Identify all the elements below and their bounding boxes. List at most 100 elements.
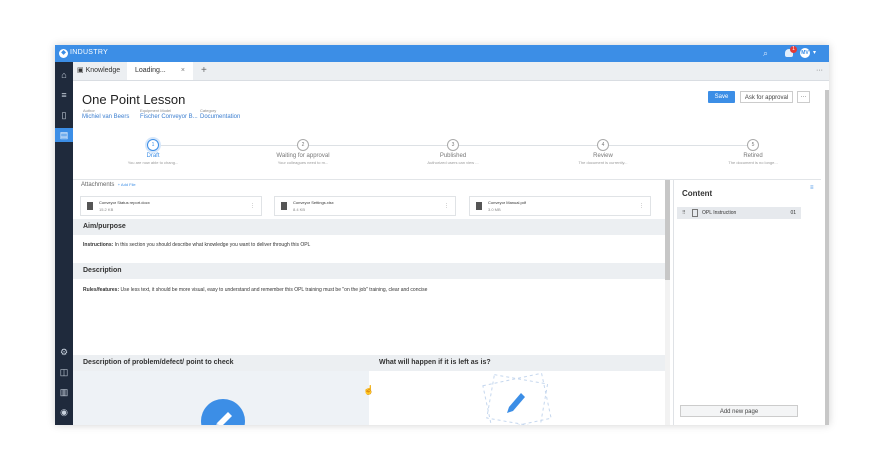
model-label: Equipment Model	[140, 108, 172, 113]
file-icon	[87, 202, 93, 210]
file-size: 15.2 KB	[99, 207, 114, 212]
workflow-steps: 1 Draft You are now able to chang... 2 W…	[73, 135, 821, 180]
page-title: One Point Lesson	[82, 92, 186, 107]
desc-lead: Rules/features:	[83, 287, 120, 293]
main-scrollbar-thumb[interactable]	[665, 180, 670, 280]
content-page-number: 01	[790, 210, 796, 216]
file-name: Conveyor Manual.pdf	[488, 200, 527, 205]
ask-approval-button[interactable]: Ask for approval	[740, 91, 793, 103]
category-link[interactable]: Documentation	[200, 114, 240, 120]
step-desc: Authorized users can view ...	[427, 160, 479, 165]
file-name: Conveyor Status report.docx	[99, 200, 150, 205]
close-icon[interactable]: ×	[181, 62, 185, 80]
tab-label: Knowledge	[85, 67, 121, 74]
file-icon	[281, 202, 287, 210]
model-link[interactable]: Fischer Conveyor B...	[140, 114, 198, 120]
description-rules[interactable]: Rules/features: Use less text, it should…	[83, 287, 427, 293]
attachment-file[interactable]: Conveyor Manual.pdf 3.0 MB ⋮	[469, 196, 651, 216]
author-label: Author	[83, 108, 95, 113]
step-circle: 2	[297, 139, 309, 151]
tab-knowledge[interactable]: ▣ Knowledge	[77, 62, 120, 80]
top-bar: ◆ INDUSTRY ⌕ 1 MV ▾	[55, 45, 829, 62]
file-icon	[476, 202, 482, 210]
step-desc: You are now able to chang...	[127, 160, 179, 165]
more-icon[interactable]: ···	[816, 62, 823, 80]
document-icon	[692, 209, 698, 217]
window-scrollbar[interactable]	[825, 90, 829, 425]
document-icon[interactable]: ▤	[55, 128, 73, 142]
step-name: Draft	[146, 153, 160, 159]
add-new-page-button[interactable]: Add new page	[680, 405, 798, 417]
step-circle: 1	[147, 139, 159, 151]
step-review[interactable]: 4 Review The document is currently...	[548, 139, 658, 165]
attachment-file[interactable]: Conveyor Settings.xlsx 8.4 KB ⋮	[274, 196, 456, 216]
step-desc: Your colleagues need to m...	[277, 160, 329, 165]
settings-icon[interactable]: ⚙	[55, 345, 73, 359]
aim-lead: Instructions:	[83, 242, 114, 248]
step-draft[interactable]: 1 Draft You are now able to chang...	[98, 139, 208, 165]
file-menu-icon[interactable]: ⋮	[250, 203, 255, 209]
globe-icon[interactable]: ◉	[55, 405, 73, 419]
document-body: Attachments + Add File Conveyor Status r…	[73, 180, 665, 425]
book-icon[interactable]: ▯	[55, 108, 73, 122]
aim-instructions[interactable]: Instructions: In this section you should…	[83, 242, 310, 248]
file-name: Conveyor Settings.xlsx	[293, 200, 334, 205]
problem-section-title: Description of problem/defect/ point to …	[73, 355, 369, 371]
step-retired[interactable]: 5 Retired The document is no longe...	[698, 139, 808, 165]
edit-placeholder-icon[interactable]	[369, 371, 665, 425]
page-header: One Point Lesson Author Michiel van Beer…	[73, 80, 821, 130]
attachments-label: Attachments	[81, 182, 115, 188]
attachments-header: Attachments + Add File	[81, 182, 136, 188]
chart-icon[interactable]: ▥	[55, 385, 73, 399]
problem-image-area[interactable]	[73, 371, 369, 425]
category-label: Category	[200, 108, 217, 113]
home-icon[interactable]: ⌂	[55, 68, 73, 82]
description-section-title: Description	[73, 263, 665, 279]
add-file-link[interactable]: + Add File	[118, 182, 136, 187]
layout-icon[interactable]: ◫	[55, 365, 73, 379]
step-waiting[interactable]: 2 Waiting for approval Your colleagues n…	[248, 139, 358, 165]
step-name: Published	[439, 153, 467, 159]
app-logo-icon[interactable]: ◆	[59, 49, 68, 58]
consequence-image-area[interactable]	[369, 371, 665, 425]
mouse-cursor-icon: ☝	[363, 385, 375, 395]
aim-text: In this section you should describe what…	[114, 242, 311, 248]
aim-section-title: Aim/purpose	[73, 219, 665, 235]
list-icon[interactable]: ≡	[55, 88, 73, 102]
consequence-section-title: What will happen if it is left as is?	[369, 355, 665, 371]
content-panel: Content ⠿ OPL Instruction 01 Add new pag…	[673, 180, 804, 425]
app-window: ◆ INDUSTRY ⌕ 1 MV ▾ ⌂ ≡ ▯ ▤ ⚙ ◫ ▥ ◉ ▣ Kn…	[55, 45, 829, 425]
notification-badge: 1	[790, 46, 797, 53]
step-circle: 3	[447, 139, 459, 151]
step-circle: 4	[597, 139, 609, 151]
drag-handle-icon[interactable]: ⠿	[682, 207, 686, 219]
tab-label: Loading...	[135, 67, 166, 74]
step-name: Retired	[743, 153, 763, 159]
edit-icon[interactable]	[201, 399, 245, 425]
app-name: INDUSTRY	[70, 49, 109, 56]
panel-toggle-icon[interactable]: ≡	[810, 185, 814, 191]
author-link[interactable]: Michiel van Beers	[82, 114, 129, 120]
step-name: Waiting for approval	[276, 153, 330, 159]
search-icon[interactable]: ⌕	[763, 48, 768, 59]
step-circle: 5	[747, 139, 759, 151]
attachment-file[interactable]: Conveyor Status report.docx 15.2 KB ⋮	[80, 196, 262, 216]
save-button[interactable]: Save	[708, 91, 735, 103]
step-name: Review	[593, 153, 613, 159]
step-desc: The document is no longe...	[728, 160, 778, 165]
content-page-label: OPL Instruction	[702, 210, 737, 216]
step-published[interactable]: 3 Published Authorized users can view ..…	[398, 139, 508, 165]
more-button[interactable]: ···	[797, 91, 810, 103]
content-page-item[interactable]: ⠿ OPL Instruction 01	[677, 207, 801, 219]
desc-text: Use less text, it should be more visual,…	[120, 287, 428, 293]
file-size: 3.0 MB	[488, 207, 501, 212]
add-tab-button[interactable]: +	[201, 62, 207, 80]
chevron-down-icon[interactable]: ▾	[813, 49, 816, 56]
file-menu-icon[interactable]: ⋮	[639, 203, 644, 209]
file-menu-icon[interactable]: ⋮	[444, 203, 449, 209]
tab-bar: ▣ Knowledge Loading... × + ···	[73, 62, 829, 81]
avatar[interactable]: MV	[800, 48, 810, 58]
file-size: 8.4 KB	[293, 207, 306, 212]
tab-loading[interactable]: Loading... ×	[127, 62, 193, 80]
step-desc: The document is currently...	[578, 160, 628, 165]
